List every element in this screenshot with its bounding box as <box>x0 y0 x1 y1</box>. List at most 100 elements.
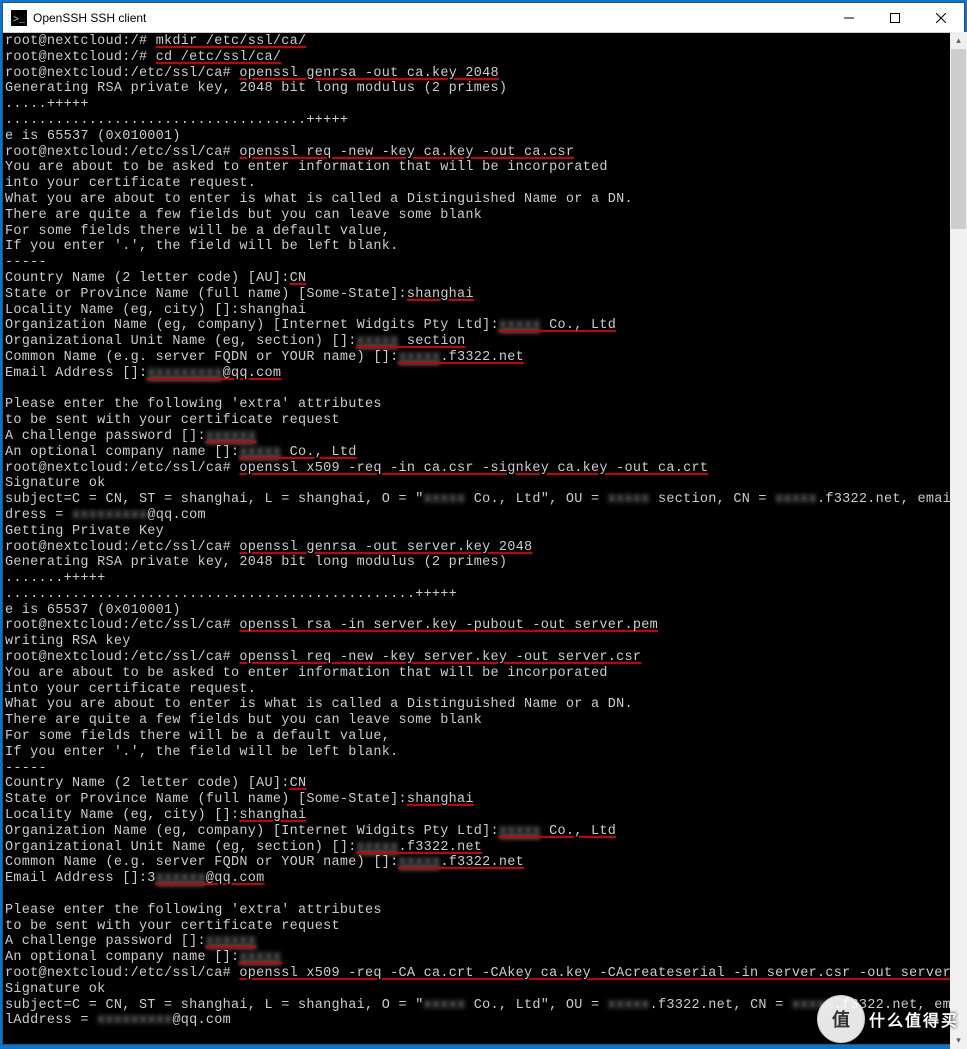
prompt-q: A challenge password []: <box>5 934 206 949</box>
hidden: xxxxx <box>775 492 817 507</box>
output: There are quite a few fields but you can… <box>5 208 482 223</box>
hidden: xxxxx <box>398 350 440 365</box>
prompt-q: An optional company name []: <box>5 445 239 460</box>
output: For some fields there will be a default … <box>5 729 390 744</box>
hidden: xxxxx <box>424 492 466 507</box>
answer: Co., Ltd <box>541 318 616 333</box>
command: openssl x509 -req -in ca.csr -signkey ca… <box>239 461 708 476</box>
hidden: xxxxxxxxx <box>147 366 222 381</box>
answer: .f3322.net <box>440 350 524 365</box>
output: .....+++++ <box>5 97 89 112</box>
output: Signature ok <box>5 476 105 491</box>
prompt-q: Locality Name (eg, city) []: <box>5 808 239 823</box>
output: You are about to be asked to enter infor… <box>5 160 608 175</box>
answer: @qq.com <box>206 871 265 886</box>
output: dress = <box>5 508 72 523</box>
output: e is 65537 (0x010001) <box>5 129 181 144</box>
output: .f3322.net, CN = <box>650 998 792 1013</box>
prompt: root@nextcloud:/etc/ssl/ca# <box>5 461 239 476</box>
prompt-q: Locality Name (eg, city) []: <box>5 303 239 318</box>
prompt: root@nextcloud:/etc/ssl/ca# <box>5 618 239 633</box>
prompt-q: Email Address []: <box>5 366 147 381</box>
terminal-output[interactable]: root@nextcloud:/# mkdir /etc/ssl/ca/ roo… <box>3 33 964 1044</box>
app-icon: >_ <box>11 10 27 26</box>
answer: shanghai <box>239 303 306 318</box>
hidden: xxxxx <box>499 824 541 839</box>
prompt-q: An optional company name []: <box>5 950 239 965</box>
output: Generating RSA private key, 2048 bit lon… <box>5 81 507 96</box>
prompt-q: Country Name (2 letter code) [AU]: <box>5 776 290 791</box>
answer: shanghai <box>239 808 306 823</box>
output: If you enter '.', the field will be left… <box>5 745 398 760</box>
command: openssl x509 -req -CA ca.crt -CAkey ca.k… <box>239 966 964 981</box>
prompt-q: Common Name (e.g. server FQDN or YOUR na… <box>5 855 398 870</box>
output: Please enter the following 'extra' attri… <box>5 903 382 918</box>
maximize-button[interactable] <box>872 3 918 33</box>
hidden: xxxxx <box>239 950 281 965</box>
output: ....................................++++… <box>5 113 348 128</box>
prompt-q: Country Name (2 letter code) [AU]: <box>5 271 290 286</box>
prompt-q: Organization Name (eg, company) [Interne… <box>5 824 499 839</box>
output: You are about to be asked to enter infor… <box>5 666 608 681</box>
output: Please enter the following 'extra' attri… <box>5 397 382 412</box>
hidden: xxxxx <box>608 998 650 1013</box>
scrollbar-thumb[interactable] <box>951 49 966 229</box>
output: subject=C = CN, ST = shanghai, L = shang… <box>5 998 424 1013</box>
output: to be sent with your certificate request <box>5 919 340 934</box>
output: @qq.com <box>147 508 206 523</box>
prompt-q: Email Address []:3 <box>5 871 156 886</box>
scroll-up-icon[interactable]: ▴ <box>950 32 967 49</box>
output: Getting Private Key <box>5 524 164 539</box>
svg-text:>_: >_ <box>13 15 26 26</box>
output: For some fields there will be a default … <box>5 224 390 239</box>
answer: Co., Ltd <box>541 824 616 839</box>
answer: .f3322.net <box>398 840 482 855</box>
watermark: 值 什么值得买 <box>817 995 959 1043</box>
prompt: root@nextcloud:/etc/ssl/ca# <box>5 650 239 665</box>
output: ----- <box>5 255 47 270</box>
prompt-q: A challenge password []: <box>5 429 206 444</box>
prompt: root@nextcloud:/etc/ssl/ca# <box>5 540 239 555</box>
prompt-q: Common Name (e.g. server FQDN or YOUR na… <box>5 350 398 365</box>
output: Co., Ltd", OU = <box>465 998 607 1013</box>
output: ----- <box>5 761 47 776</box>
prompt-q: Organizational Unit Name (eg, section) [… <box>5 334 357 349</box>
output: There are quite a few fields but you can… <box>5 713 482 728</box>
close-button[interactable] <box>918 3 964 33</box>
prompt: root@nextcloud:/# <box>5 50 156 65</box>
prompt: root@nextcloud:/# <box>5 34 156 49</box>
command: cd /etc/ssl/ca/ <box>156 50 282 65</box>
prompt: root@nextcloud:/etc/ssl/ca# <box>5 966 239 981</box>
hidden: xxxxx <box>398 855 440 870</box>
output: What you are about to enter is what is c… <box>5 192 633 207</box>
answer: @qq.com <box>223 366 282 381</box>
output: Signature ok <box>5 982 105 997</box>
output: What you are about to enter is what is c… <box>5 697 633 712</box>
prompt-q: Organization Name (eg, company) [Interne… <box>5 318 499 333</box>
vertical-scrollbar[interactable]: ▴ ▾ <box>950 32 967 1049</box>
hidden: xxxxxx <box>206 429 256 444</box>
command: openssl req -new -key server.key -out se… <box>239 650 641 665</box>
prompt-q: State or Province Name (full name) [Some… <box>5 287 407 302</box>
output: writing RSA key <box>5 634 131 649</box>
answer: shanghai <box>407 792 474 807</box>
window-title: OpenSSH SSH client <box>33 11 826 25</box>
command: openssl genrsa -out server.key 2048 <box>239 540 532 555</box>
answer: Co., Ltd <box>281 445 356 460</box>
minimize-button[interactable] <box>826 3 872 33</box>
output: section, CN = <box>650 492 776 507</box>
hidden: xxxxx <box>608 492 650 507</box>
answer: shanghai <box>407 287 474 302</box>
output: If you enter '.', the field will be left… <box>5 239 398 254</box>
output: into your certificate request. <box>5 682 256 697</box>
command: openssl genrsa -out ca.key 2048 <box>239 66 499 81</box>
hidden: xxxxx <box>424 998 466 1013</box>
output: into your certificate request. <box>5 176 256 191</box>
watermark-text: 什么值得买 <box>869 1007 959 1031</box>
titlebar[interactable]: >_ OpenSSH SSH client <box>3 3 964 33</box>
output: ........................................… <box>5 587 457 602</box>
output: .......+++++ <box>5 571 105 586</box>
output: lAddress = <box>5 1013 97 1028</box>
hidden: xxxxxx <box>156 871 206 886</box>
prompt-q: Organizational Unit Name (eg, section) [… <box>5 840 357 855</box>
